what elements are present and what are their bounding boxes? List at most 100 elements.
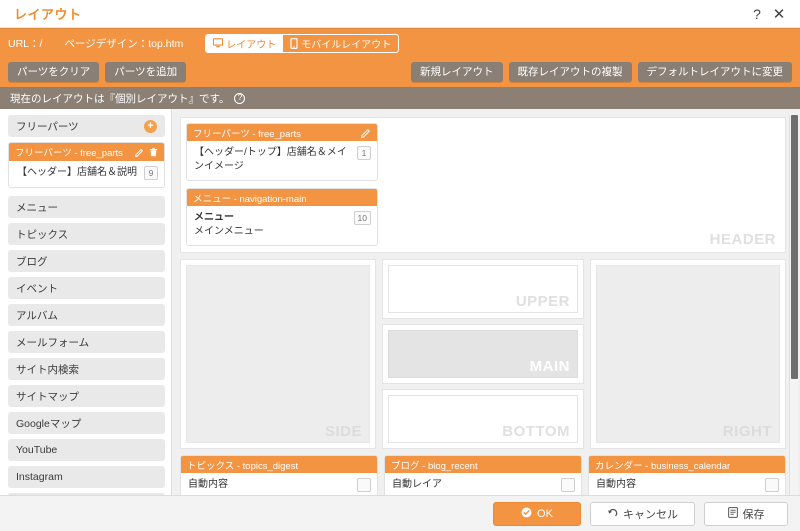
sidebar-item-blog[interactable]: ブログ (8, 250, 165, 272)
sidebar-item-label: メールフォーム (16, 336, 90, 349)
layout-editor-window: レイアウト ? ✕ URL：/ ページデザイン：top.htm レイアウト モバ… (0, 0, 800, 531)
layout-mode-tabs: レイアウト モバイルレイアウト (205, 33, 400, 53)
canvas-scrollbar-thumb[interactable] (791, 115, 798, 379)
zone-center-column: UPPER MAIN BOTTOM (382, 259, 584, 449)
sidebar-item-label: アルバム (16, 309, 58, 322)
part-card-business-calendar[interactable]: カレンダー - business_calendar 自動内容 (588, 455, 786, 499)
sidebar-free-parts-card-header: フリーパーツ - free_parts (9, 143, 164, 161)
zone-upper[interactable]: UPPER (388, 265, 578, 313)
sidebar-item-label: サイト内検索 (16, 363, 79, 376)
sidebar-group-free-parts-label: フリーパーツ (16, 120, 79, 133)
zone-header[interactable]: フリーパーツ - free_parts 【ヘッダー/トップ】店舗名＆メインイメー… (180, 117, 786, 253)
sidebar-free-parts-card-row-badge: 9 (144, 166, 158, 180)
zone-bottom[interactable]: BOTTOM (388, 395, 578, 443)
tab-mobile-layout-label: モバイルレイアウト (301, 39, 392, 51)
part-card-free-parts[interactable]: フリーパーツ - free_parts 【ヘッダー/トップ】店舗名＆メインイメー… (186, 123, 378, 181)
parts-sidebar: フリーパーツ + フリーパーツ - free_parts 【ヘッダー】店舗名＆説… (0, 109, 172, 531)
new-layout-button[interactable]: 新規レイアウト (411, 61, 503, 83)
zone-right-tag: RIGHT (722, 423, 772, 440)
zone-side-wrapper: SIDE (180, 259, 376, 449)
save-button-label: 保存 (742, 508, 765, 521)
zone-header-tag: HEADER (709, 231, 776, 248)
sidebar-item-mailform[interactable]: メールフォーム (8, 331, 165, 353)
sidebar-group-free-parts[interactable]: フリーパーツ + (8, 115, 165, 137)
part-card-topics-digest-row-label: 自動内容 (188, 479, 228, 490)
clear-parts-button[interactable]: パーツをクリア (8, 61, 100, 83)
question-mark-icon[interactable]: ? (746, 3, 768, 25)
cancel-button[interactable]: キャンセル (590, 501, 695, 526)
page-design-label: ページデザイン：top.htm (64, 37, 184, 50)
sidebar-item-menu[interactable]: メニュー (8, 196, 165, 218)
sidebar-item-topics[interactable]: トピックス (8, 223, 165, 245)
sidebar-item-youtube[interactable]: YouTube (8, 439, 165, 461)
sidebar-item-album[interactable]: アルバム (8, 304, 165, 326)
part-card-business-calendar-row-badge (765, 478, 779, 492)
mobile-icon (290, 37, 298, 49)
check-circle-icon (521, 507, 532, 521)
change-default-layout-button[interactable]: デフォルトレイアウトに変更 (637, 61, 792, 83)
part-card-blog-recent[interactable]: ブログ - blog_recent 自動レイア (384, 455, 582, 499)
part-card-free-parts-title: フリーパーツ - free_parts (193, 128, 301, 140)
add-parts-button[interactable]: パーツを追加 (105, 61, 187, 83)
part-card-navigation-main-row-labels: メニュー メインメニュー (194, 211, 348, 239)
save-button[interactable]: 保存 (704, 501, 788, 526)
sidebar-item-label: サイトマップ (16, 390, 79, 403)
part-card-free-parts-row-label: 【ヘッダー/トップ】店舗名＆メインイメージ (194, 147, 347, 172)
action-toolbar: パーツをクリア パーツを追加 新規レイアウト 既存レイアウトの複製 デフォルトレ… (0, 57, 800, 87)
sidebar-item-instagram[interactable]: Instagram (8, 466, 165, 488)
zone-side[interactable]: SIDE (186, 265, 370, 443)
part-card-business-calendar-header: カレンダー - business_calendar (589, 456, 785, 473)
sidebar-item-label: YouTube (16, 444, 58, 456)
sidebar-free-parts-card[interactable]: フリーパーツ - free_parts 【ヘッダー】店舗名＆説明 9 (8, 142, 165, 188)
pencil-icon[interactable] (361, 128, 371, 138)
pencil-icon[interactable] (135, 148, 144, 157)
sidebar-item-site-search[interactable]: サイト内検索 (8, 358, 165, 380)
sidebar-item-event[interactable]: イベント (8, 277, 165, 299)
canvas-scrollbar[interactable] (789, 115, 798, 525)
sidebar-item-sitemap[interactable]: サイトマップ (8, 385, 165, 407)
zone-bottom-tag: BOTTOM (502, 423, 570, 440)
monitor-icon (213, 38, 224, 48)
layout-canvas: フリーパーツ - free_parts 【ヘッダー/トップ】店舗名＆メインイメー… (172, 109, 800, 531)
editor-body: フリーパーツ + フリーパーツ - free_parts 【ヘッダー】店舗名＆説… (0, 109, 800, 531)
undo-icon (607, 507, 618, 521)
part-card-business-calendar-row-label: 自動内容 (596, 479, 636, 490)
sidebar-item-google-map[interactable]: Googleマップ (8, 412, 165, 434)
part-card-navigation-main-row[interactable]: メニュー メインメニュー 10 (187, 206, 377, 245)
part-card-topics-digest-header: トピックス - topics_digest (181, 456, 377, 473)
url-label: URL：/ (8, 37, 43, 50)
page-title: レイアウト (14, 7, 82, 22)
part-card-navigation-main-row-sublabel: メインメニュー (194, 226, 264, 237)
zone-right[interactable]: RIGHT (596, 265, 780, 443)
part-card-topics-digest-title: トピックス - topics_digest (187, 460, 299, 472)
sidebar-item-label: メニュー (16, 201, 58, 214)
plus-circle-icon[interactable]: + (144, 119, 157, 133)
ok-button[interactable]: OK (493, 501, 581, 526)
sidebar-free-parts-card-row-label: 【ヘッダー】店舗名＆説明 (17, 167, 137, 179)
part-card-topics-digest[interactable]: トピックス - topics_digest 自動内容 (180, 455, 378, 499)
tab-layout[interactable]: レイアウト (206, 34, 284, 52)
tab-mobile-layout[interactable]: モバイルレイアウト (283, 35, 398, 52)
part-card-navigation-main-title: メニュー - navigation-main (193, 193, 307, 205)
close-icon[interactable]: ✕ (768, 3, 790, 25)
duplicate-layout-button[interactable]: 既存レイアウトの複製 (508, 61, 632, 83)
part-card-free-parts-row[interactable]: 【ヘッダー/トップ】店舗名＆メインイメージ 1 (187, 141, 377, 180)
document-icon (727, 506, 738, 521)
dialog-footer: OK キャンセル 保存 (0, 495, 800, 531)
part-card-topics-digest-row-badge (357, 478, 371, 492)
part-card-blog-recent-row-badge (561, 478, 575, 492)
part-card-navigation-main[interactable]: メニュー - navigation-main メニュー メインメニュー 10 (186, 188, 378, 246)
zone-bottom-wrapper: BOTTOM (382, 389, 584, 449)
zone-upper-wrapper: UPPER (382, 259, 584, 319)
tab-layout-label: レイアウト (226, 39, 277, 51)
sidebar-free-parts-card-row[interactable]: 【ヘッダー】店舗名＆説明 9 (9, 161, 164, 187)
part-card-navigation-main-row-label: メニュー (194, 212, 234, 223)
part-card-blog-recent-row-label: 自動レイア (392, 479, 442, 490)
question-circle-icon[interactable]: ? (234, 92, 246, 104)
part-card-free-parts-header: フリーパーツ - free_parts (187, 124, 377, 141)
part-card-navigation-main-header: メニュー - navigation-main (187, 189, 377, 206)
zone-main[interactable]: MAIN (388, 330, 578, 378)
zone-main-tag: MAIN (529, 358, 570, 375)
sidebar-item-label: Instagram (16, 471, 63, 483)
trash-icon[interactable] (149, 147, 158, 157)
